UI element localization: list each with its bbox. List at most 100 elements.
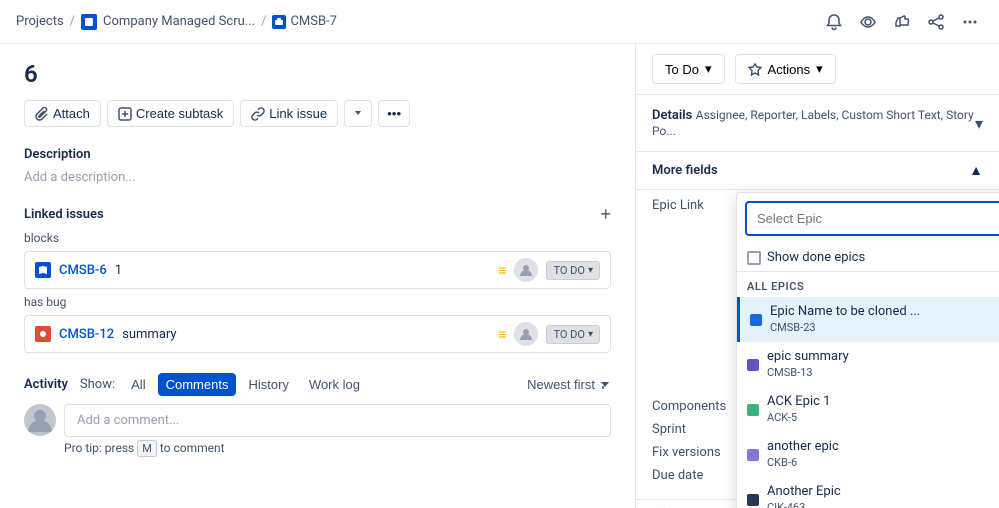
- link-issue-button[interactable]: Link issue: [240, 100, 338, 127]
- comment-area: Add a comment...: [24, 404, 611, 437]
- issue-type-bug-icon: [35, 326, 51, 342]
- issue-type-story-icon: [35, 262, 51, 278]
- epic-key: CMSB-13: [767, 366, 813, 379]
- show-label: Show:: [80, 377, 115, 392]
- status-dropdown[interactable]: To Do ▾: [652, 54, 725, 84]
- breadcrumb-sep-1: /: [70, 14, 75, 29]
- show-done-row[interactable]: Show done epics: [737, 244, 999, 272]
- main-layout: 6 Attach Create subtask: [0, 44, 999, 508]
- list-item[interactable]: Another Epic CIK-463: [737, 477, 999, 508]
- share-btn[interactable]: [923, 9, 949, 35]
- show-done-label: Show done epics: [767, 250, 865, 265]
- toolbar: Attach Create subtask Link issue: [24, 100, 611, 127]
- avatar-2: [514, 322, 538, 346]
- tab-all[interactable]: All: [123, 373, 153, 396]
- newest-first-button[interactable]: Newest first: [527, 377, 611, 392]
- epic-info: another epic CKB-6: [767, 439, 999, 470]
- details-section: Details Assignee, Reporter, Labels, Cust…: [636, 95, 999, 152]
- issue-summary-cmsb12: summary: [122, 327, 498, 342]
- details-chevron-icon[interactable]: ▾: [975, 114, 983, 133]
- linked-issues-header: Linked issues +: [24, 205, 611, 223]
- list-item[interactable]: epic summary CMSB-13: [737, 342, 999, 387]
- more-fields-section: More fields ▲ Epic Link Show done epics: [636, 152, 999, 499]
- list-item[interactable]: Epic Name to be cloned ... CMSB-23: [737, 297, 999, 342]
- linked-issues-title: Linked issues: [24, 207, 104, 222]
- issue-key-cmsb6[interactable]: CMSB-6: [59, 263, 107, 278]
- top-nav: Projects / Company Managed Scru... / CMS…: [0, 0, 999, 44]
- issue-number: 6: [24, 60, 611, 88]
- epic-info: Epic Name to be cloned ... CMSB-23: [770, 304, 999, 335]
- more-fields-chevron-icon: ▲: [969, 162, 983, 179]
- project-icon: [81, 14, 97, 30]
- pro-tip: Pro tip: press M to comment: [64, 441, 611, 455]
- status-badge-cmsb6[interactable]: TO DO ▾: [546, 261, 600, 280]
- tab-comments[interactable]: Comments: [158, 373, 237, 396]
- details-row: Details Assignee, Reporter, Labels, Cust…: [652, 107, 983, 139]
- watch-btn[interactable]: [855, 9, 881, 35]
- table-row: CMSB-12 summary ≡ TO DO ▾: [24, 315, 611, 353]
- list-item[interactable]: another epic CKB-6: [737, 432, 999, 477]
- epic-name: epic summary: [767, 349, 999, 364]
- epic-info: Another Epic CIK-463: [767, 484, 999, 508]
- issue-row-actions: ≡ TO DO ▾: [498, 258, 600, 282]
- comment-input[interactable]: Add a comment...: [64, 404, 611, 437]
- details-meta: Assignee, Reporter, Labels, Custom Short…: [652, 108, 974, 138]
- epic-name: Epic Name to be cloned ...: [770, 304, 999, 319]
- epic-info: epic summary CMSB-13: [767, 349, 999, 380]
- epic-color-dot: [750, 314, 762, 326]
- breadcrumb-projects[interactable]: Projects: [16, 14, 64, 29]
- create-subtask-button[interactable]: Create subtask: [107, 100, 234, 127]
- epic-key: CKB-6: [767, 456, 797, 469]
- table-row: CMSB-6 1 ≡ TO DO ▾: [24, 251, 611, 289]
- details-label: Details: [652, 108, 692, 123]
- list-item[interactable]: ACK Epic 1 ACK-5: [737, 387, 999, 432]
- left-panel: 6 Attach Create subtask: [0, 44, 636, 508]
- add-link-button[interactable]: +: [600, 205, 611, 223]
- priority-icon-2: ≡: [498, 326, 506, 343]
- actions-button[interactable]: Actions ▾: [735, 54, 836, 84]
- issue-summary-cmsb6: 1: [115, 263, 499, 278]
- has-bug-label: has bug: [24, 295, 611, 309]
- epic-search-input[interactable]: [745, 201, 999, 236]
- toolbar-dropdown-button[interactable]: [344, 100, 372, 127]
- tab-worklog[interactable]: Work log: [301, 373, 368, 396]
- breadcrumb: Projects / Company Managed Scru... / CMS…: [16, 14, 337, 30]
- right-panel: To Do ▾ Actions ▾ Details Assignee, Repo…: [636, 44, 999, 508]
- epic-color-dot: [747, 404, 759, 416]
- tab-history[interactable]: History: [240, 373, 296, 396]
- epic-color-dot: [747, 359, 759, 371]
- epic-key: CIK-463: [767, 501, 805, 508]
- description-title: Description: [24, 147, 611, 162]
- nav-actions: [821, 9, 983, 35]
- breadcrumb-issue[interactable]: CMSB-7: [290, 14, 337, 29]
- like-btn[interactable]: [889, 9, 915, 35]
- breadcrumb-sep-2: /: [261, 14, 266, 29]
- notification-btn[interactable]: [821, 9, 847, 35]
- more-fields-label: More fields: [652, 163, 718, 178]
- user-avatar: [24, 404, 56, 436]
- epic-color-dot: [747, 494, 759, 506]
- breadcrumb-project[interactable]: Company Managed Scru...: [103, 14, 255, 29]
- activity-title: Activity: [24, 377, 68, 392]
- description-placeholder[interactable]: Add a description...: [24, 170, 611, 185]
- more-fields-header[interactable]: More fields ▲: [636, 152, 999, 190]
- epic-key: CMSB-23: [770, 321, 816, 334]
- epic-name: another epic: [767, 439, 999, 454]
- status-badge-cmsb12[interactable]: TO DO ▾: [546, 325, 600, 344]
- toolbar-more-button[interactable]: •••: [378, 100, 410, 127]
- epic-info: ACK Epic 1 ACK-5: [767, 394, 999, 425]
- avatar: [514, 258, 538, 282]
- activity-tabs: Activity Show: All Comments History Work…: [24, 373, 368, 396]
- epic-color-dot: [747, 449, 759, 461]
- attach-button[interactable]: Attach: [24, 100, 101, 127]
- issue-key-cmsb12[interactable]: CMSB-12: [59, 327, 114, 342]
- more-btn[interactable]: [957, 9, 983, 35]
- shortcut-key: M: [137, 440, 157, 457]
- issue-row-actions-2: ≡ TO DO ▾: [498, 322, 600, 346]
- priority-icon: ≡: [498, 262, 506, 279]
- show-done-checkbox[interactable]: [747, 251, 761, 265]
- issue-type-icon: [272, 15, 286, 29]
- epic-dropdown: Show done epics ALL EPICS Epic Name to b…: [736, 192, 999, 508]
- all-epics-heading: ALL EPICS: [737, 272, 999, 297]
- epic-key: ACK-5: [767, 411, 797, 424]
